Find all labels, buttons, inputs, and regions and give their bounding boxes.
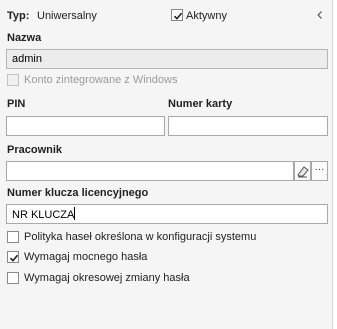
pin-label: PIN <box>7 98 26 110</box>
checkmark-icon <box>173 12 183 20</box>
password-policy-label[interactable]: Polityka haseł określona w konfiguracji … <box>24 231 256 243</box>
panel-gutter <box>333 0 337 329</box>
employee-field[interactable] <box>6 161 294 181</box>
name-label: Nazwa <box>7 32 42 44</box>
employee-label: Pracownik <box>7 144 63 156</box>
periodic-password-change-checkbox[interactable] <box>7 272 19 284</box>
chevron-left-icon[interactable] <box>316 10 324 20</box>
strong-password-label[interactable]: Wymagaj mocnego hasła <box>24 251 147 263</box>
name-field[interactable]: admin <box>6 49 328 69</box>
pin-field[interactable] <box>6 116 165 136</box>
windows-integrated-label: Konto zintegrowane z Windows <box>24 74 178 86</box>
type-value: Uniwersalny <box>37 10 97 22</box>
checkmark-icon <box>9 254 19 262</box>
strong-password-checkbox[interactable] <box>7 251 19 263</box>
browse-employee-button[interactable]: ··· <box>311 161 328 181</box>
active-checkbox[interactable] <box>171 9 183 21</box>
eraser-icon <box>297 166 309 178</box>
card-number-label: Numer karty <box>168 98 233 110</box>
windows-integrated-checkbox[interactable] <box>7 74 19 86</box>
user-properties-panel: Typ: Uniwersalny Aktywny Nazwa admin Kon… <box>0 0 333 329</box>
text-cursor <box>74 207 76 220</box>
password-policy-checkbox[interactable] <box>7 231 19 243</box>
clear-employee-button[interactable] <box>294 161 311 181</box>
license-key-label: Numer klucza licencyjnego <box>7 187 149 199</box>
license-key-field[interactable]: NR KLUCZA <box>6 204 328 224</box>
card-number-field[interactable] <box>168 116 328 136</box>
periodic-password-change-label[interactable]: Wymagaj okresowej zmiany hasła <box>24 272 190 284</box>
license-key-value: NR KLUCZA <box>12 209 75 221</box>
type-label: Typ: <box>7 10 30 22</box>
active-checkbox-label[interactable]: Aktywny <box>186 10 227 22</box>
